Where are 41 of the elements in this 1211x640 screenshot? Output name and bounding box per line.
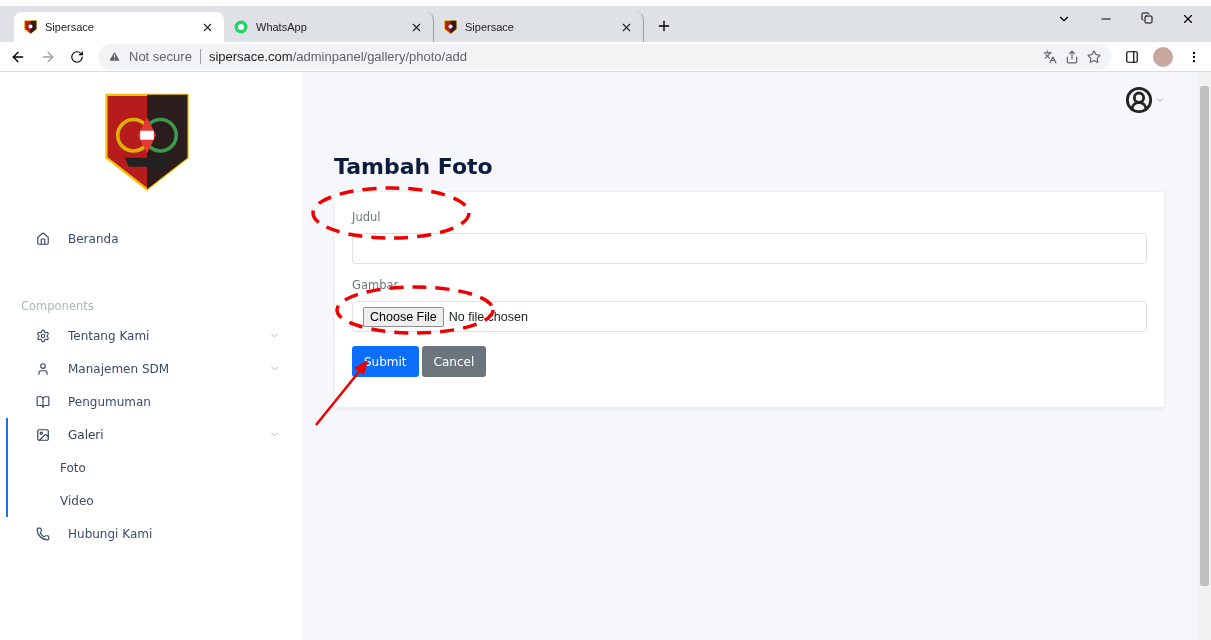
browser-tab[interactable]: Sipersace (434, 12, 644, 42)
warning-icon (108, 50, 121, 63)
new-tab-icon[interactable] (656, 18, 672, 34)
phone-icon (36, 526, 50, 541)
input-field[interactable] (352, 233, 1147, 264)
image-icon (36, 427, 50, 442)
section-heading: Components (20, 299, 95, 313)
cancel-button[interactable]: Cancel (421, 346, 487, 377)
field-label: Gambar (352, 278, 399, 292)
sidebar-item[interactable]: Pengumuman (6, 385, 302, 418)
sidebar-item[interactable]: Tentang Kami (6, 319, 302, 352)
share-icon[interactable] (1065, 49, 1079, 64)
field-label: Judul (352, 210, 381, 224)
sidebar-item[interactable]: Manajemen SDM (6, 352, 302, 385)
translate-icon[interactable] (1043, 49, 1057, 64)
book-icon (36, 394, 50, 409)
url-host: sipersace.com (208, 49, 293, 64)
browser-tab[interactable]: WhatsApp (224, 12, 434, 42)
browser-tab[interactable]: Sipersace (14, 12, 224, 42)
user-avatar-icon[interactable] (1125, 86, 1153, 114)
user-icon (36, 361, 50, 376)
address-bar[interactable]: Not secure sipersace.com/adminpanel/gallery/photo/add (98, 43, 1111, 70)
sidebar-subitem[interactable]: Foto (8, 451, 302, 484)
submit-button[interactable]: Submit (352, 346, 419, 377)
url-path: /adminpanel/gallery/photo/add (292, 49, 467, 64)
security-label: Not secure (129, 49, 201, 64)
home-icon (36, 231, 50, 246)
close-icon[interactable] (1181, 12, 1195, 26)
reload-icon[interactable] (70, 49, 84, 64)
restore-icon[interactable] (1141, 12, 1153, 24)
sidebar-subitem[interactable]: Video (8, 484, 302, 517)
crest-icon (444, 19, 457, 35)
sidebar-item[interactable]: Beranda (6, 222, 302, 255)
choose-file-button[interactable]: Choose File (363, 306, 444, 327)
settings-icon (36, 328, 50, 343)
sidebar-item[interactable]: Hubungi Kami (6, 517, 302, 550)
side-panel-icon[interactable] (1125, 49, 1139, 64)
crest-icon (24, 19, 37, 35)
star-icon[interactable] (1087, 49, 1101, 64)
scrollbar-thumb[interactable] (1199, 86, 1209, 586)
page-title: Tambah Foto (334, 154, 494, 179)
